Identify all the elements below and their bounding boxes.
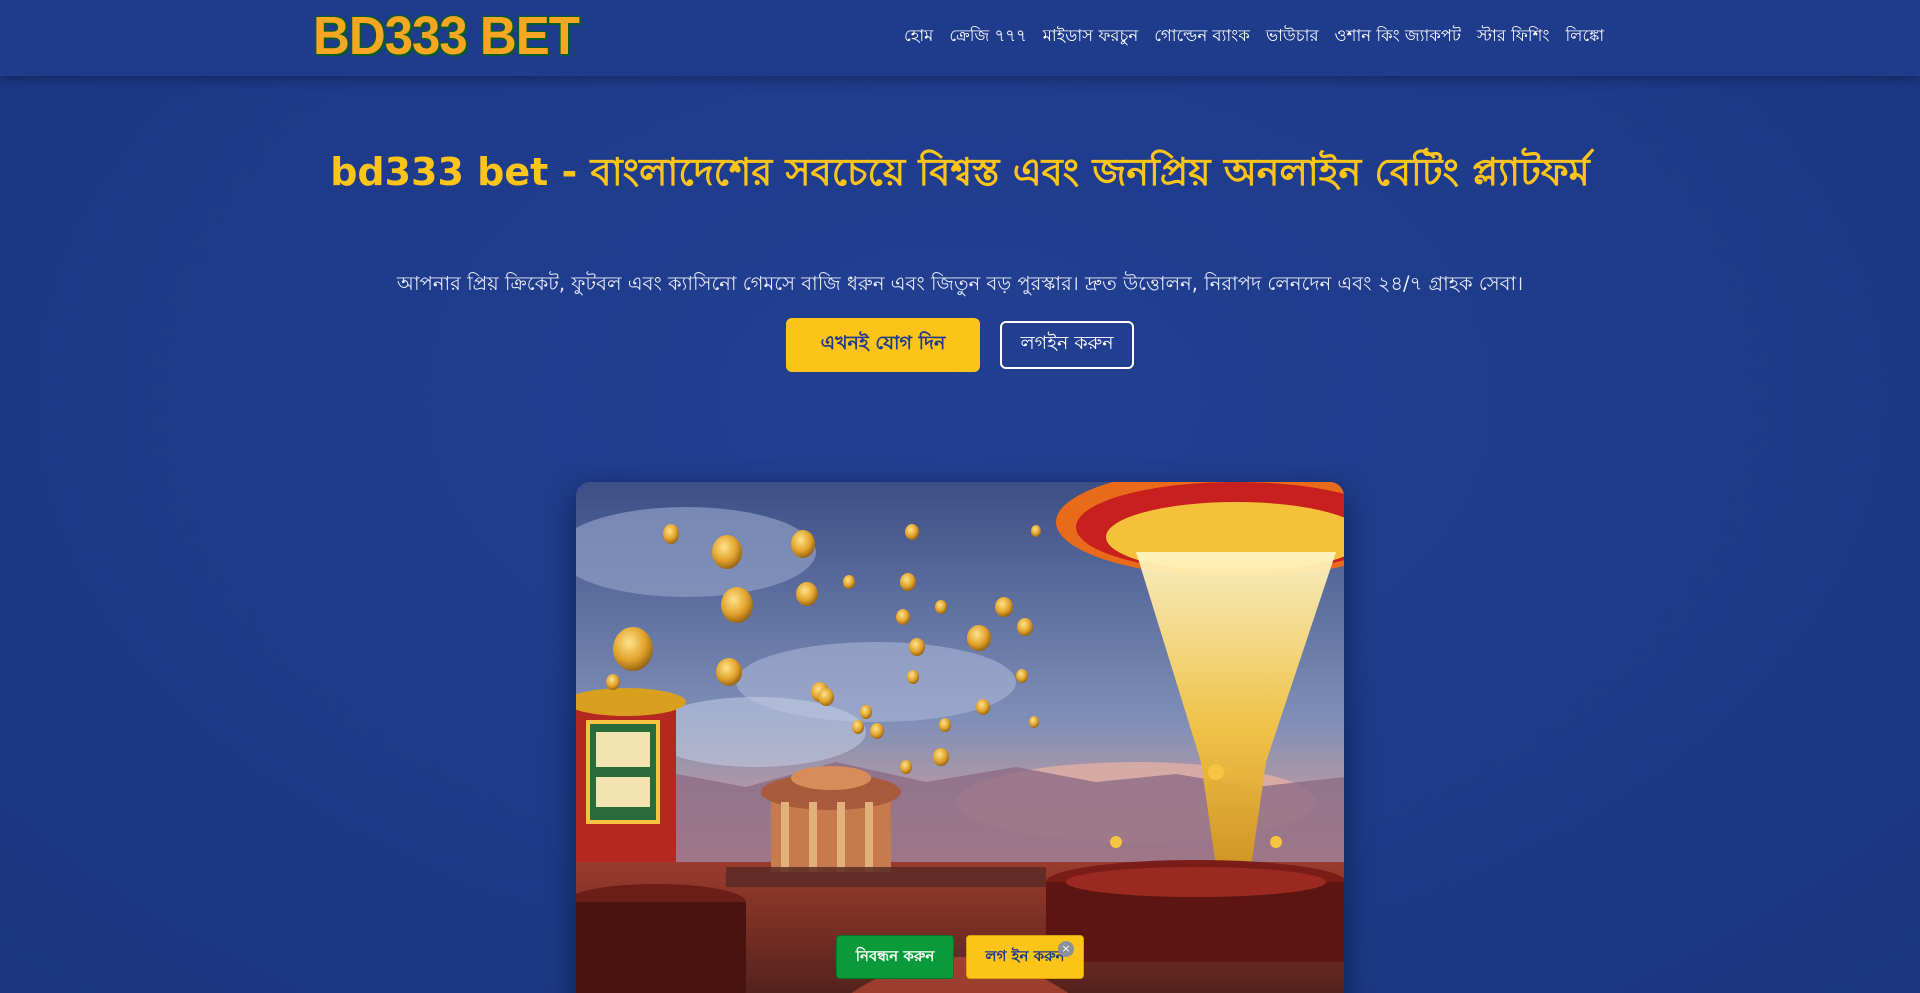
nav-item-star-fishing[interactable]: স্টার ফিশিং (1477, 24, 1549, 48)
nav-item-midas-fortune[interactable]: মাইডাস ফরচুন (1043, 24, 1139, 48)
register-button[interactable]: নিবন্ধন করুন (836, 935, 954, 979)
casino-illustration-image (576, 482, 1344, 993)
login-button[interactable]: লগইন করুন (1000, 321, 1134, 369)
join-now-button[interactable]: এখনই যোগ দিন (786, 318, 980, 372)
nav-item-voucher[interactable]: ভাউচার (1266, 24, 1319, 48)
nav-item-ocean-king-jackpot[interactable]: ওশান কিং জ্যাকপট (1335, 24, 1461, 48)
hero-subtitle: আপনার প্রিয় ক্রিকেট, ফুটবল এবং ক্যাসিনো… (396, 272, 1524, 295)
site-logo[interactable]: BD333 BET (313, 5, 580, 68)
nav-item-plinko[interactable]: লিঙ্কো (1565, 24, 1604, 48)
nav-item-golden-bank[interactable]: গোল্ডেন ব্যাংক (1154, 24, 1250, 48)
main-nav: হোম ক্রেজি ৭৭৭ মাইডাস ফরচুন গোল্ডেন ব্যা… (904, 24, 1604, 48)
hero-title: bd333 bet - বাংলাদেশের সবচেয়ে বিশ্বস্ত … (330, 150, 1590, 194)
site-header: BD333 BET হোম ক্রেজি ৭৭৭ মাইডাস ফরচুন গো… (0, 0, 1920, 76)
nav-item-crazy-777[interactable]: ক্রেজি ৭৭৭ (949, 24, 1026, 48)
nav-item-home[interactable]: হোম (904, 24, 933, 48)
close-icon[interactable]: × (1058, 941, 1074, 957)
floating-action-bar: নিবন্ধন করুন লগ ইন করুন (836, 935, 1084, 979)
